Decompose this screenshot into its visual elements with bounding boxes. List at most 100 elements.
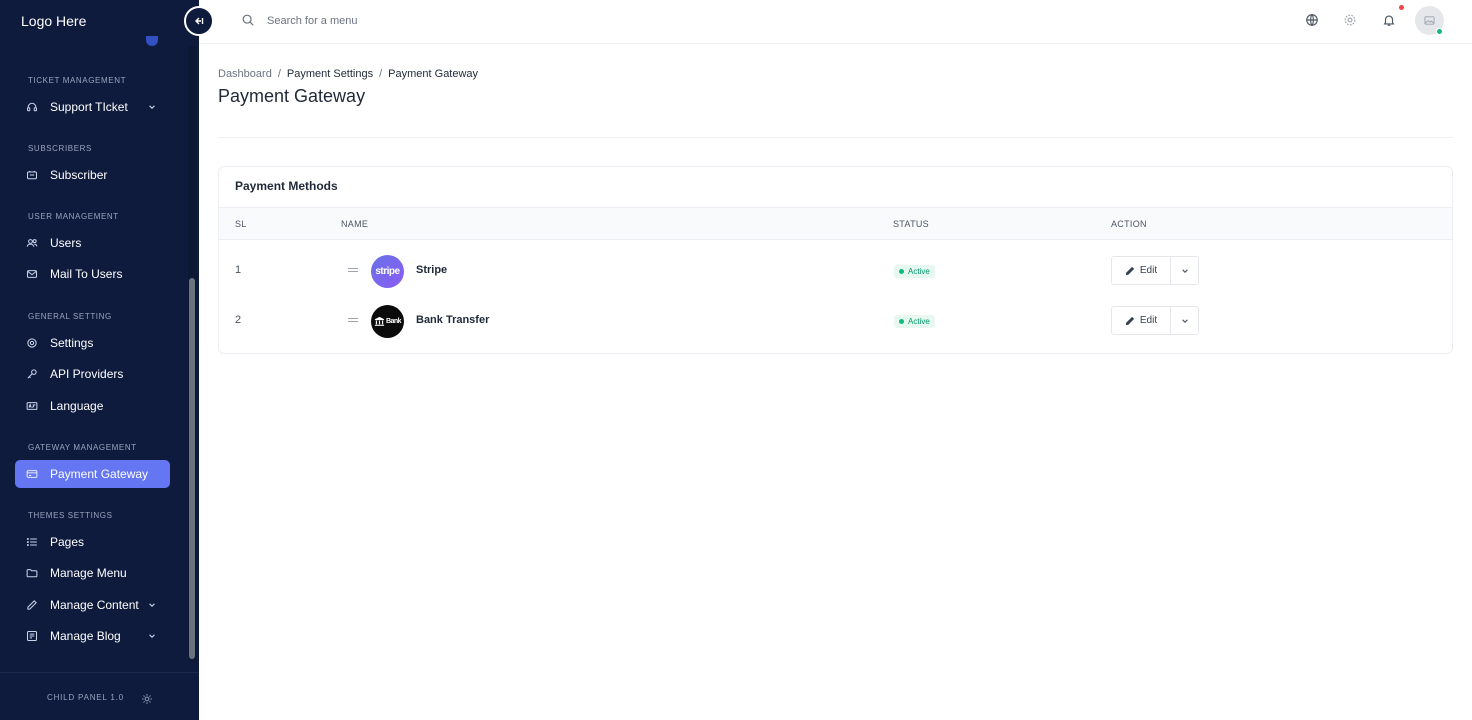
app-version: CHILD PANEL 1.0 [47,693,124,702]
breadcrumb-separator: / [277,68,281,80]
sidebar-item-label: Subscriber [50,168,108,182]
decorative-dot [146,36,158,46]
edit-button-label: Edit [1139,315,1158,326]
image-placeholder-icon [1424,16,1435,25]
sidebar-item-manage-content[interactable]: Manage Content [15,591,170,619]
section-title-ticket-management: TICKET MANAGEMENT [28,76,127,85]
sidebar-item-settings[interactable]: Settings [15,329,170,357]
blog-icon [26,630,38,642]
gear-icon [26,337,38,349]
bank-transfer-logo: Bank [371,305,404,338]
section-title-general-setting: GENERAL SETTING [28,312,112,321]
chevron-down-icon [149,634,155,638]
sidebar-footer: CHILD PANEL 1.0 [0,672,199,720]
search-icon [242,14,254,26]
section-title-subscribers: SUBSCRIBERS [28,144,92,153]
bell-icon[interactable] [1382,13,1396,27]
sidebar-item-pages[interactable]: Pages [15,528,170,556]
key-icon [26,368,38,380]
column-header-name: NAME [341,219,369,229]
sidebar-item-label: Support TIcket [50,100,128,114]
card-icon [26,468,38,480]
section-title-gateway-management: GATEWAY MANAGEMENT [28,443,137,452]
notification-badge [1399,5,1404,10]
sidebar-item-label: Mail To Users [50,267,123,281]
divider [218,137,1453,138]
sidebar-item-users[interactable]: Users [15,229,170,257]
headset-icon [26,101,38,113]
payment-method-name: Stripe [416,264,448,276]
sidebar-item-label: Users [50,236,82,250]
app-logo[interactable]: Logo Here [21,13,86,29]
pen-icon [26,599,38,611]
chevron-down-icon [149,105,155,109]
mail-icon [26,268,38,280]
payment-method-name: Bank Transfer [416,314,490,326]
bank-icon [374,316,385,326]
drag-handle-icon[interactable] [347,316,359,324]
sidebar-item-language[interactable]: Language [15,392,170,420]
pencil-icon [1125,316,1135,325]
search-input[interactable] [267,11,567,31]
sidebar: Logo Here TICKET MANAGEMENT Support TIck… [0,0,199,720]
sidebar-item-manage-blog[interactable]: Manage Blog [15,622,170,650]
globe-icon[interactable] [1305,13,1319,27]
sidebar-item-label: Manage Blog [50,629,121,643]
top-header [199,0,1472,44]
edit-button[interactable]: Edit [1111,256,1171,285]
collapse-arrow-icon [195,17,204,25]
sidebar-item-manage-menu[interactable]: Manage Menu [15,559,170,587]
sidebar-item-label: Manage Menu [50,566,127,580]
subscriber-icon [26,169,38,181]
sidebar-item-label: Settings [50,336,94,350]
sun-icon[interactable] [141,693,153,705]
language-icon [26,400,38,412]
row-sl: 2 [235,314,242,326]
chevron-down-icon [149,603,155,607]
sidebar-item-label: Payment Gateway [50,467,149,481]
table-row: 2 Bank Bank Transfer Active Edit [219,296,1452,346]
column-header-action: ACTION [1111,219,1147,229]
action-button-group: Edit [1111,256,1199,285]
action-dropdown-button[interactable] [1171,306,1199,335]
breadcrumb-separator: / [379,68,383,80]
row-sl: 1 [235,264,242,276]
breadcrumb-payment-settings[interactable]: Payment Settings [287,68,373,80]
online-status-dot [1436,28,1443,35]
edit-button[interactable]: Edit [1111,306,1171,335]
pencil-icon [1125,266,1135,275]
sidebar-item-payment-gateway[interactable]: Payment Gateway [15,460,170,488]
column-header-status: STATUS [893,219,929,229]
action-button-group: Edit [1111,306,1199,335]
sidebar-collapse-button[interactable] [184,6,214,36]
edit-button-label: Edit [1139,265,1158,276]
stripe-logo: stripe [371,255,404,288]
sidebar-item-label: Pages [50,535,85,549]
action-dropdown-button[interactable] [1171,256,1199,285]
sidebar-item-label: Manage Content [50,598,139,612]
sidebar-item-mail-to-users[interactable]: Mail To Users [15,260,170,288]
sidebar-item-api-providers[interactable]: API Providers [15,360,170,388]
chevron-down-icon [1181,268,1188,273]
table-header: SL NAME STATUS ACTION [219,207,1452,240]
list-icon [26,536,38,548]
column-header-sl: SL [235,219,247,229]
breadcrumb: Dashboard / Payment Settings / Payment G… [218,68,478,80]
breadcrumb-dashboard[interactable]: Dashboard [218,68,272,80]
section-title-user-management: USER MANAGEMENT [28,212,119,221]
page-title: Payment Gateway [218,86,366,106]
chevron-down-icon [1181,318,1188,323]
sidebar-item-support-ticket[interactable]: Support TIcket [15,93,170,121]
settings-icon[interactable] [1343,13,1357,27]
breadcrumb-current: Payment Gateway [388,68,479,80]
sidebar-item-label: API Providers [50,367,124,381]
drag-handle-icon[interactable] [347,266,359,274]
sidebar-scroll-thumb[interactable] [189,278,195,659]
payment-methods-card: Payment Methods SL NAME STATUS ACTION 1 … [218,166,1453,354]
table-row: 1 stripe Stripe Active Edit [219,246,1452,296]
sidebar-item-subscriber[interactable]: Subscriber [15,161,170,189]
status-badge: Active [894,315,935,328]
sidebar-item-label: Language [50,399,104,413]
card-title: Payment Methods [235,179,338,193]
status-badge: Active [894,265,935,278]
